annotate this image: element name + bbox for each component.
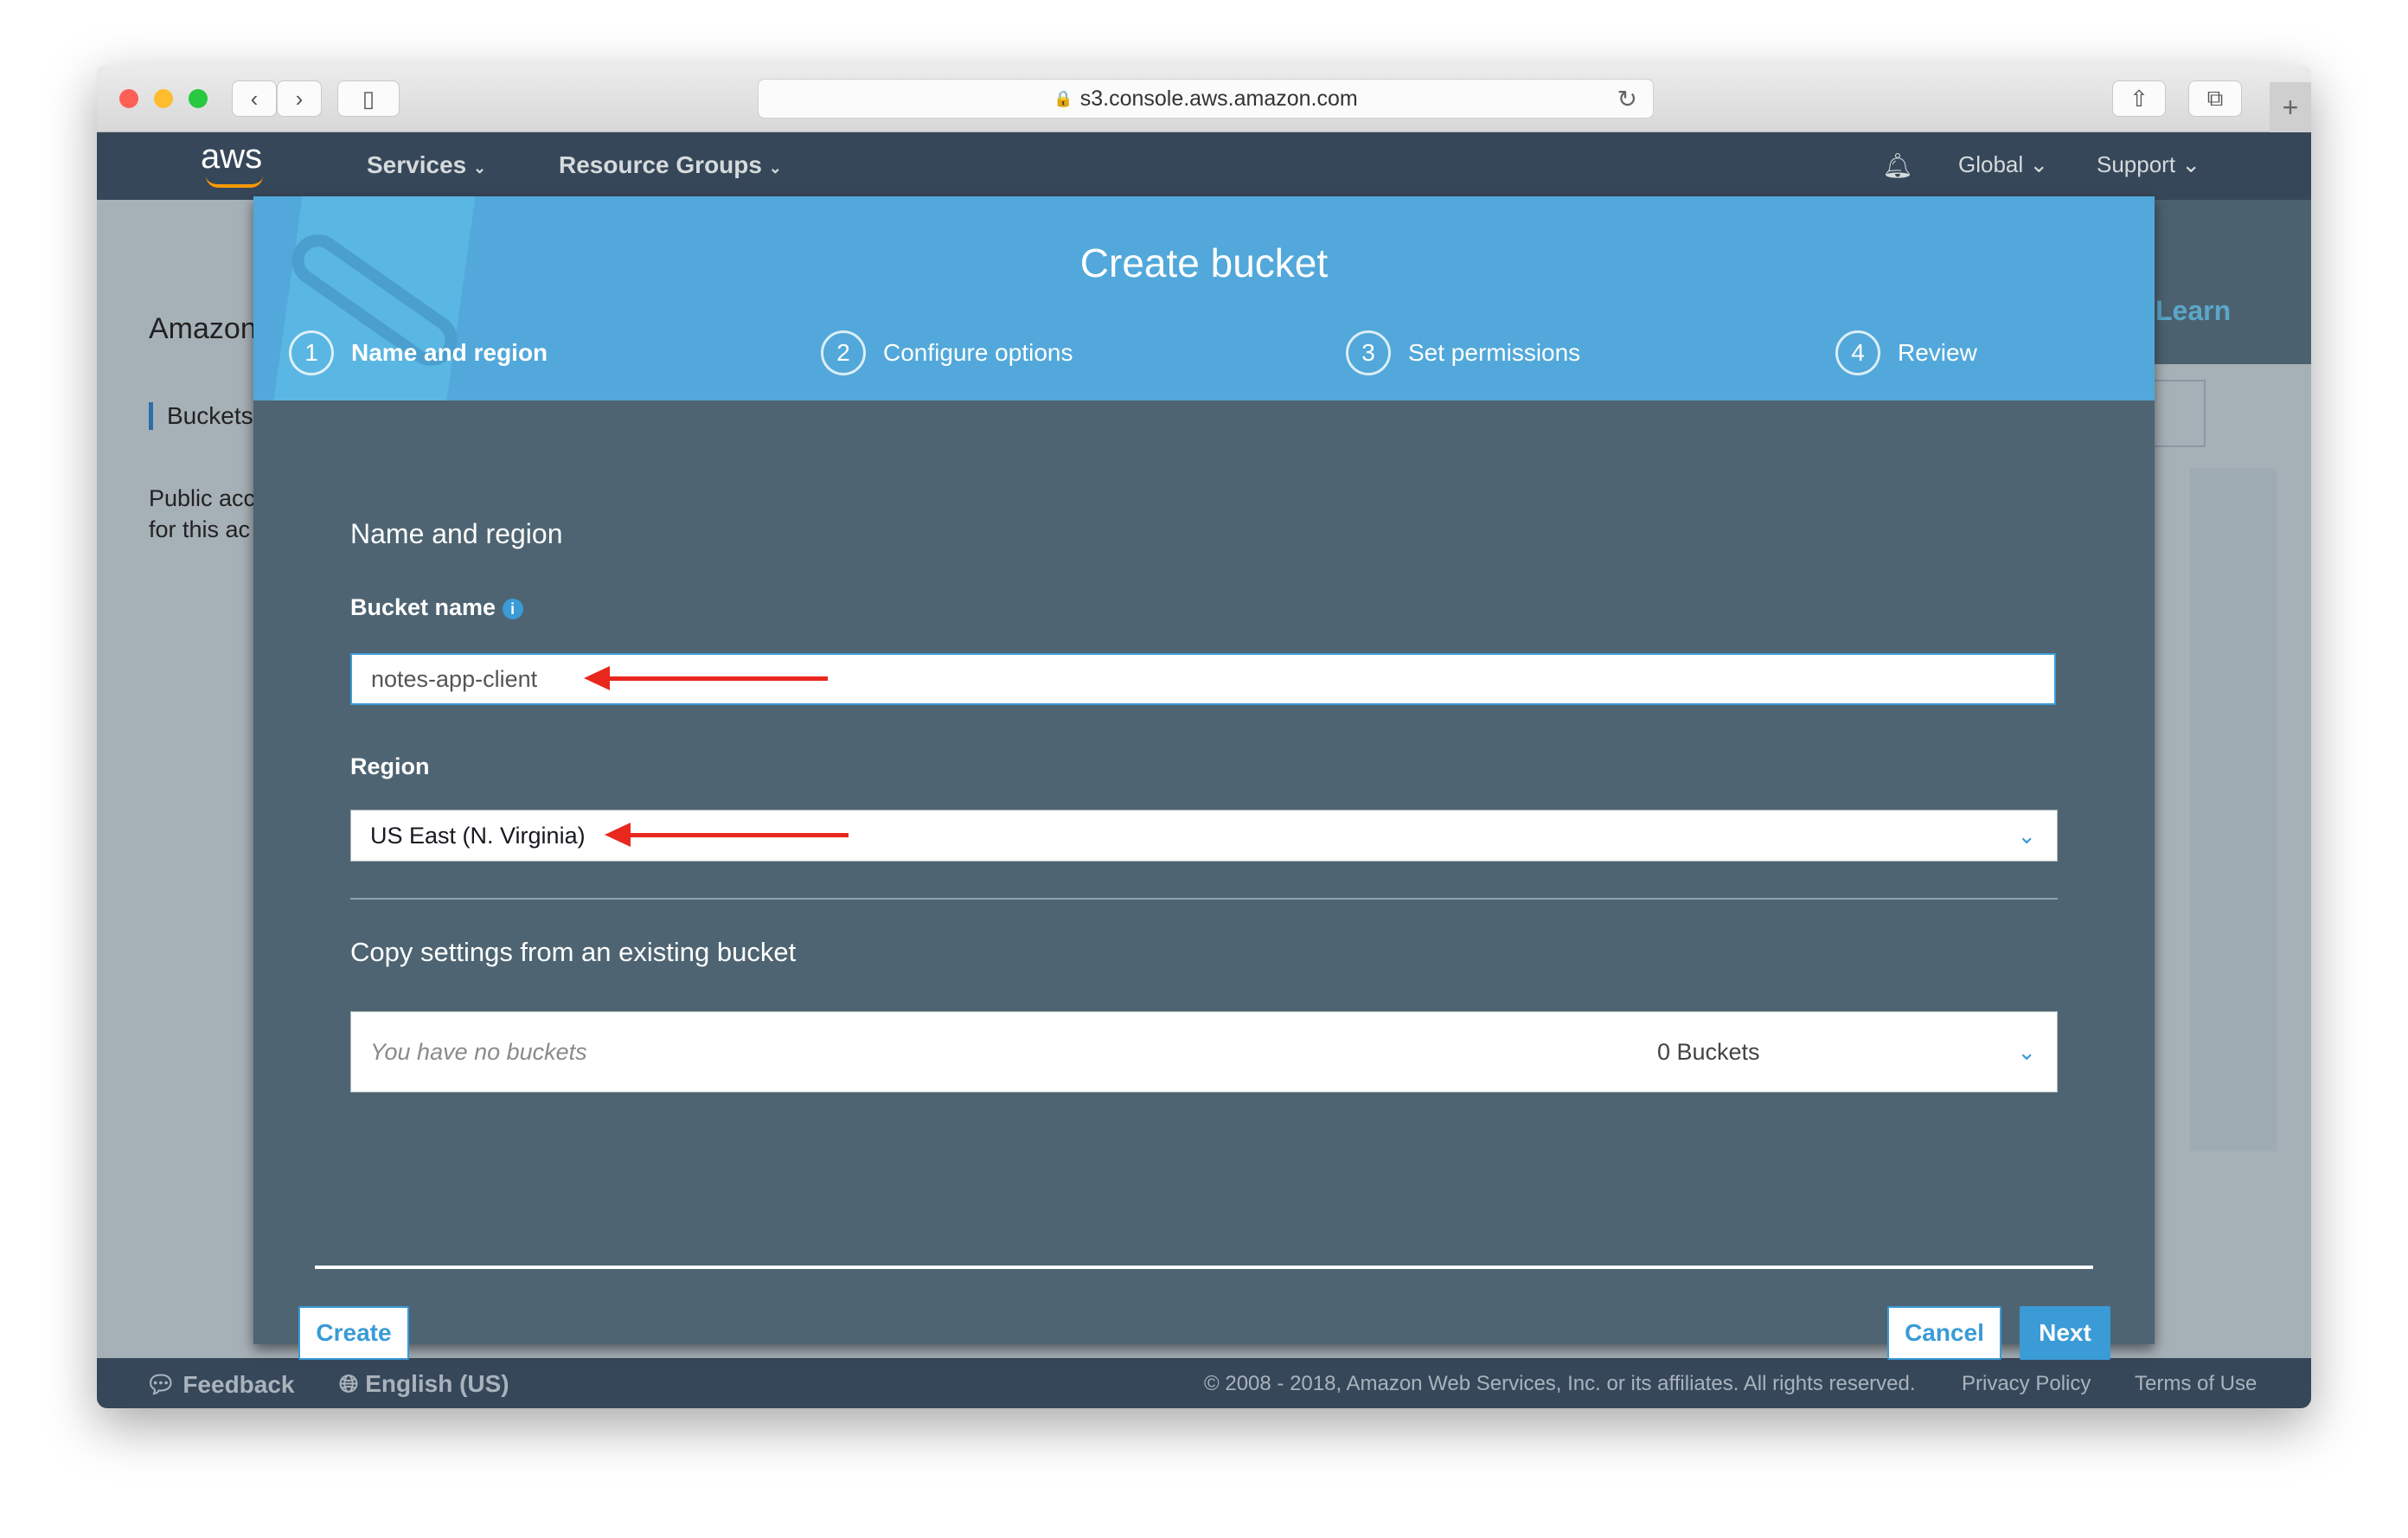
chevron-down-icon: ⌄ (2017, 822, 2036, 849)
sidebar-item-buckets[interactable]: Buckets (149, 402, 253, 430)
url-text: s3.console.aws.amazon.com (1079, 86, 1358, 111)
notice-text: Public acc (149, 485, 256, 511)
panel-background (2190, 468, 2277, 1151)
sidebar-toggle-icon[interactable]: ▯ (337, 80, 400, 117)
lock-icon: 🔒 (1054, 89, 1073, 107)
step-1[interactable]: 1 Name and region (289, 330, 548, 375)
footer-divider (315, 1266, 2093, 1269)
cancel-button[interactable]: Cancel (1887, 1306, 2001, 1360)
region-label: Region (350, 753, 430, 779)
close-window-button[interactable] (119, 89, 138, 108)
divider (350, 898, 2058, 900)
bucket-name-label: Bucket name i (350, 594, 523, 621)
learn-link[interactable]: Learn (2155, 295, 2231, 327)
dropdown-background (2152, 380, 2206, 447)
section-title: Name and region (350, 518, 563, 549)
feedback-link[interactable]: 💬︎ Feedback (145, 1370, 295, 1399)
forward-icon[interactable]: › (277, 80, 322, 117)
create-bucket-dialog: Create bucket ✕ 1Name and region 2Config… (253, 196, 2155, 1360)
copy-bucket-select[interactable]: You have no buckets 0 Buckets ⌄ (350, 1011, 2058, 1093)
create-button[interactable]: Create (298, 1306, 409, 1360)
annotation-arrow (584, 666, 828, 690)
step-2[interactable]: 2 Configure options (821, 330, 1073, 375)
bucket-count: 0 Buckets (1657, 1038, 1760, 1065)
maximize-window-button[interactable] (189, 89, 208, 108)
reload-icon[interactable]: ↻ (1617, 85, 1637, 113)
tabs-icon[interactable]: ⧉ (2188, 80, 2242, 117)
aws-logo[interactable]: aws (201, 138, 262, 176)
footer: 💬︎ Feedback 🌐︎ English (US) © 2008 - 201… (97, 1358, 2311, 1408)
region-menu[interactable]: Global ⌄ (1958, 151, 2048, 178)
aws-navbar: aws Services ⌄ Resource Groups ⌄ 🔔︎ Glob… (97, 132, 2311, 200)
new-tab-icon[interactable]: + (2270, 82, 2311, 132)
minimize-window-button[interactable] (154, 89, 173, 108)
copyright-text: © 2008 - 2018, Amazon Web Services, Inc.… (1204, 1372, 1916, 1395)
notice-text: for this ac (149, 516, 251, 542)
step-3[interactable]: 3 Set permissions (1346, 330, 1580, 375)
resource-groups-menu[interactable]: Resource Groups ⌄ (559, 151, 782, 179)
privacy-policy-link[interactable]: Privacy Policy (1962, 1372, 2091, 1396)
annotation-arrow (605, 823, 849, 847)
info-icon[interactable]: i (502, 598, 523, 619)
terms-of-use-link[interactable]: Terms of Use (2135, 1372, 2257, 1396)
back-icon[interactable]: ‹ (232, 80, 277, 117)
share-icon[interactable]: ⇧ (2112, 80, 2166, 117)
dialog-header: Create bucket ✕ 1Name and region 2Config… (253, 196, 2155, 401)
page-title: Amazon (149, 312, 257, 345)
browser-window: ‹ › ▯ 🔒 s3.console.aws.amazon.com ↻ ⇧ ⧉ + … (97, 65, 2311, 1408)
services-menu[interactable]: Services ⌄ (367, 151, 486, 179)
address-bar[interactable]: 🔒 s3.console.aws.amazon.com ↻ (758, 79, 1654, 119)
aws-smile-icon (206, 176, 263, 188)
copy-settings-title: Copy settings from an existing bucket (350, 937, 797, 967)
step-4[interactable]: 4 Review (1835, 330, 1977, 375)
bell-icon[interactable]: 🔔︎ (1882, 151, 1913, 180)
language-link[interactable]: 🌐︎ English (US) (339, 1370, 509, 1399)
browser-titlebar: ‹ › ▯ 🔒 s3.console.aws.amazon.com ↻ ⇧ ⧉ + (97, 65, 2311, 132)
dialog-title: Create bucket (1079, 240, 1329, 285)
next-button[interactable]: Next (2020, 1306, 2110, 1360)
globe-icon: 🌐︎ (339, 1370, 359, 1397)
speech-bubble-icon: 💬︎ (145, 1371, 176, 1398)
support-menu[interactable]: Support ⌄ (2097, 151, 2200, 178)
chevron-down-icon: ⌄ (2017, 1038, 2036, 1065)
